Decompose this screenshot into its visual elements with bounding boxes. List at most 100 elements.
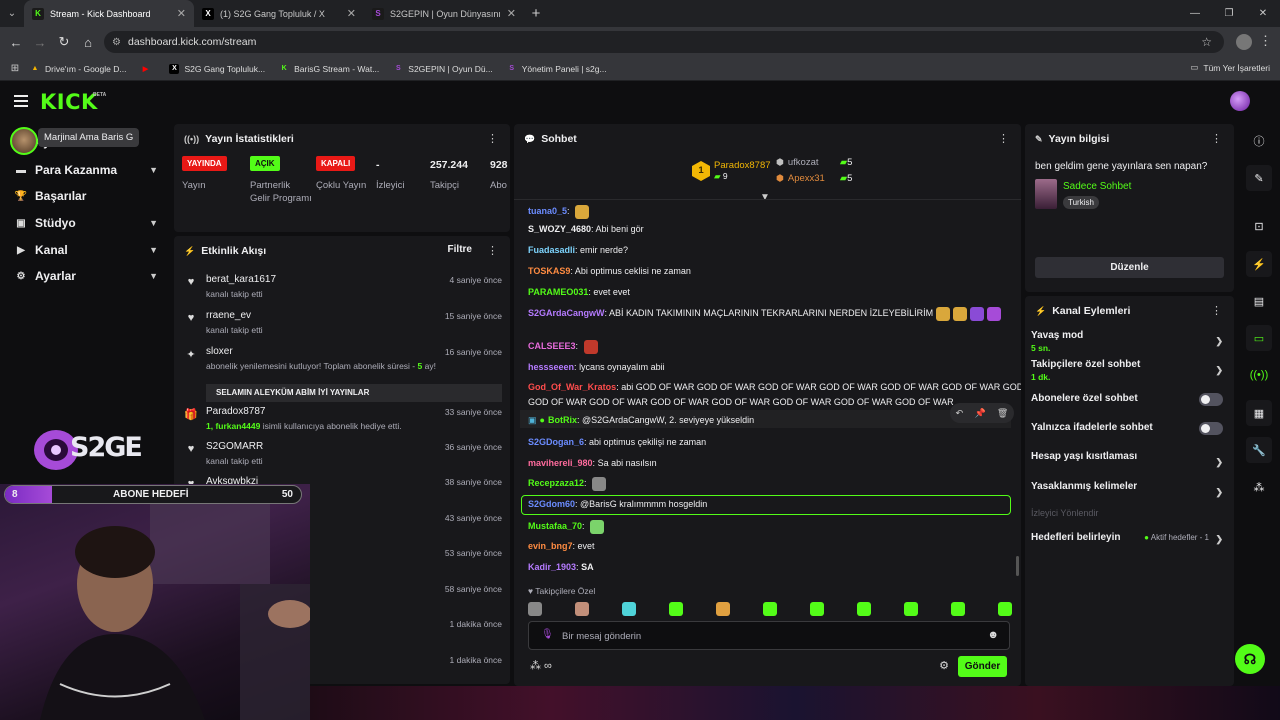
chat-message[interactable]: S_WOZY_4680: Abi beni gör bbox=[528, 222, 1008, 237]
mic-icon[interactable]: 🎙 bbox=[541, 629, 554, 640]
browser-tab[interactable]: S S2GEPIN | Oyun Dünyasının Yer ✕ bbox=[364, 0, 524, 27]
menu-hamburger-icon[interactable] bbox=[14, 95, 28, 107]
quick-emote-icon[interactable] bbox=[857, 602, 871, 616]
chat-message[interactable]: S2GArdaCangwW: ABİ KADIN TAKIMININ MAÇLA… bbox=[528, 306, 1008, 321]
sidebar-item-ayarlar[interactable]: ⚙ Ayarlar ▼ bbox=[14, 269, 164, 283]
top-gifter-2[interactable]: ⬢ ufkozat ▰ 5 bbox=[776, 157, 852, 168]
points-icon[interactable]: ⁂ ∞ bbox=[530, 659, 552, 672]
chat-message[interactable]: S2Gdom60: @BarisG kralımmmm hosgeldin bbox=[528, 497, 1008, 512]
all-bookmarks[interactable]: ▭ Tüm Yer İşaretleri bbox=[1190, 62, 1270, 73]
chat-bubble-icon[interactable]: ▭ bbox=[1246, 325, 1272, 351]
profile-avatar[interactable] bbox=[1236, 34, 1252, 50]
chat-username[interactable]: S2GArdaCangwW bbox=[528, 308, 605, 318]
chat-message[interactable]: hessseeen: lycans oynayalım abii bbox=[528, 360, 1008, 375]
document-icon[interactable]: ▤ bbox=[1246, 288, 1272, 314]
support-icon[interactable]: ☊ bbox=[1235, 644, 1265, 674]
channel-action-row[interactable]: Yasaklanmış kelimeler ❯ bbox=[1031, 481, 1223, 497]
chat-username[interactable]: Mustafaa_70 bbox=[528, 521, 582, 531]
info-menu-icon[interactable]: ⋮ bbox=[1211, 132, 1222, 145]
broadcast-icon[interactable]: ((•)) bbox=[1246, 362, 1272, 388]
event-user[interactable]: Paradox8787 bbox=[206, 406, 266, 417]
bookmark-item[interactable]: K BarisG Stream - Wat... bbox=[279, 64, 380, 74]
chat-username[interactable]: Fuadasadli bbox=[528, 245, 575, 255]
chat-message[interactable]: Mustafaa_70: bbox=[528, 519, 1008, 534]
bookmark-star-icon[interactable]: ☆ bbox=[1201, 35, 1212, 49]
event-user[interactable]: rraene_ev bbox=[206, 310, 251, 321]
chat-message[interactable]: S2GDogan_6: abi optimus çekilişi ne zama… bbox=[528, 435, 1008, 450]
sidebar-item-ba-ar-lar[interactable]: 🏆 Başarılar bbox=[14, 189, 164, 203]
filter-button[interactable]: Filtre bbox=[448, 244, 472, 255]
quick-emote-icon[interactable] bbox=[998, 602, 1012, 616]
browser-menu-icon[interactable]: ⋮ bbox=[1259, 33, 1272, 49]
chat-message[interactable]: Recepzaza12: bbox=[528, 476, 1008, 491]
channel-action-row[interactable]: Hesap yaşı kısıtlaması ❯ bbox=[1031, 451, 1223, 467]
site-info-icon[interactable]: ⚙ bbox=[112, 37, 121, 48]
tab-search-icon[interactable]: ⌄ bbox=[0, 0, 24, 27]
event-user[interactable]: berat_kara1617 bbox=[206, 274, 276, 285]
expand-leaderboard-icon[interactable]: ▼ bbox=[760, 192, 770, 203]
chat-message[interactable]: TOSKAS9: Abi optimus ceklisi ne zaman bbox=[528, 264, 1008, 279]
chat-username[interactable]: God_Of_War_Kratos bbox=[528, 382, 616, 392]
event-user[interactable]: sloxer bbox=[206, 346, 233, 357]
chat-username[interactable]: evin_bng7 bbox=[528, 541, 573, 551]
actions-menu-icon[interactable]: ⋮ bbox=[1211, 304, 1222, 317]
chat-username[interactable]: S2Gdom60 bbox=[528, 499, 575, 509]
sidebar-item-para-kazanma[interactable]: ▬ Para Kazanma ▼ bbox=[14, 163, 164, 177]
address-bar[interactable]: ⚙ dashboard.kick.com/stream ☆ bbox=[104, 31, 1224, 53]
chat-scrollbar[interactable] bbox=[1016, 556, 1019, 576]
info-icon[interactable]: ⓘ bbox=[1246, 128, 1272, 154]
capture-icon[interactable]: ⊡ bbox=[1246, 213, 1272, 239]
event-item[interactable]: ♥ berat_kara1617 kanalı takip etti 4 saniye… bbox=[184, 274, 502, 304]
category-link[interactable]: Sadece Sohbet bbox=[1063, 181, 1131, 192]
bookmark-item[interactable]: ▶ bbox=[140, 64, 155, 74]
chat-username[interactable]: BotRix bbox=[548, 415, 577, 425]
quick-emote-icon[interactable] bbox=[622, 602, 636, 616]
more-icon[interactable]: ⁂ bbox=[1246, 474, 1272, 500]
chat-username[interactable]: Kadir_1903 bbox=[528, 562, 576, 572]
quick-emote-icon[interactable] bbox=[904, 602, 918, 616]
quick-emote-icon[interactable] bbox=[810, 602, 824, 616]
new-tab-button[interactable]: + bbox=[524, 0, 548, 27]
bookmark-item[interactable]: S S2GEPIN | Oyun Dü... bbox=[393, 64, 493, 74]
bolt-icon[interactable]: ⚡ bbox=[1246, 251, 1272, 277]
top-gifter-3[interactable]: ⬢ Apexx31 ▰ 5 bbox=[776, 173, 852, 184]
channel-avatar[interactable] bbox=[10, 127, 38, 155]
chat-message[interactable]: evin_bng7: evet bbox=[528, 539, 1008, 554]
bookmark-item[interactable]: S Yönetim Paneli | s2g... bbox=[507, 64, 606, 74]
event-item[interactable]: ✦ sloxer abonelik yenilemesini kutluyor! T… bbox=[184, 346, 502, 402]
close-tab-icon[interactable]: ✕ bbox=[507, 7, 516, 20]
chat-username[interactable]: S2GDogan_6 bbox=[528, 437, 584, 447]
chat-username[interactable]: CALSEEE3 bbox=[528, 341, 576, 351]
chat-message[interactable]: mavihereli_980: Sa abi nasılsın bbox=[528, 456, 1008, 471]
events-menu-icon[interactable]: ⋮ bbox=[487, 244, 498, 257]
maximize-icon[interactable]: ❐ bbox=[1212, 8, 1246, 19]
layout-icon[interactable]: ▦ bbox=[1246, 400, 1272, 426]
event-item[interactable]: ♥ S2GOMARR kanalı takip etti 36 saniye önce bbox=[184, 441, 502, 471]
quick-emote-icon[interactable] bbox=[763, 602, 777, 616]
edit-icon[interactable]: ✎ bbox=[1246, 165, 1272, 191]
chat-username[interactable]: hessseeen bbox=[528, 362, 574, 372]
back-icon[interactable]: ← bbox=[4, 35, 28, 50]
chat-input[interactable]: 🎙 Bir mesaj gönderin ☻ bbox=[528, 621, 1010, 650]
chat-message[interactable]: Kadir_1903: SA bbox=[528, 560, 1008, 575]
chat-message[interactable]: tuana0_5: bbox=[528, 204, 1008, 219]
chat-settings-icon[interactable]: ⚙ bbox=[939, 659, 949, 672]
chat-message[interactable]: CALSEEE3: bbox=[528, 339, 1008, 354]
event-item[interactable]: ♥ rraene_ev kanalı takip etti 15 saniye önc… bbox=[184, 310, 502, 340]
kick-logo[interactable]: KICK bbox=[40, 90, 98, 114]
chat-username[interactable]: tuana0_5 bbox=[528, 206, 567, 216]
toggle-switch[interactable] bbox=[1199, 393, 1223, 406]
forward-icon[interactable]: → bbox=[28, 35, 52, 50]
emoji-icon[interactable]: ☻ bbox=[987, 629, 999, 641]
set-goals-row[interactable]: Hedefleri belirleyin ● Aktif hedefler - … bbox=[1031, 532, 1223, 544]
reload-icon[interactable]: ↻ bbox=[52, 34, 76, 50]
browser-tab[interactable]: K Stream - Kick Dashboard ✕ bbox=[24, 0, 194, 27]
event-user[interactable]: S2GOMARR bbox=[206, 441, 263, 452]
chat-username[interactable]: PARAMEO031 bbox=[528, 287, 588, 297]
bookmark-item[interactable]: X S2G Gang Topluluk... bbox=[169, 63, 265, 74]
apps-grid-icon[interactable]: ⊞ bbox=[0, 63, 30, 74]
edit-button[interactable]: Düzenle bbox=[1035, 257, 1224, 278]
chat-username[interactable]: S_WOZY_4680 bbox=[528, 224, 591, 234]
quick-emote-icon[interactable] bbox=[575, 602, 589, 616]
stats-menu-icon[interactable]: ⋮ bbox=[487, 132, 498, 145]
